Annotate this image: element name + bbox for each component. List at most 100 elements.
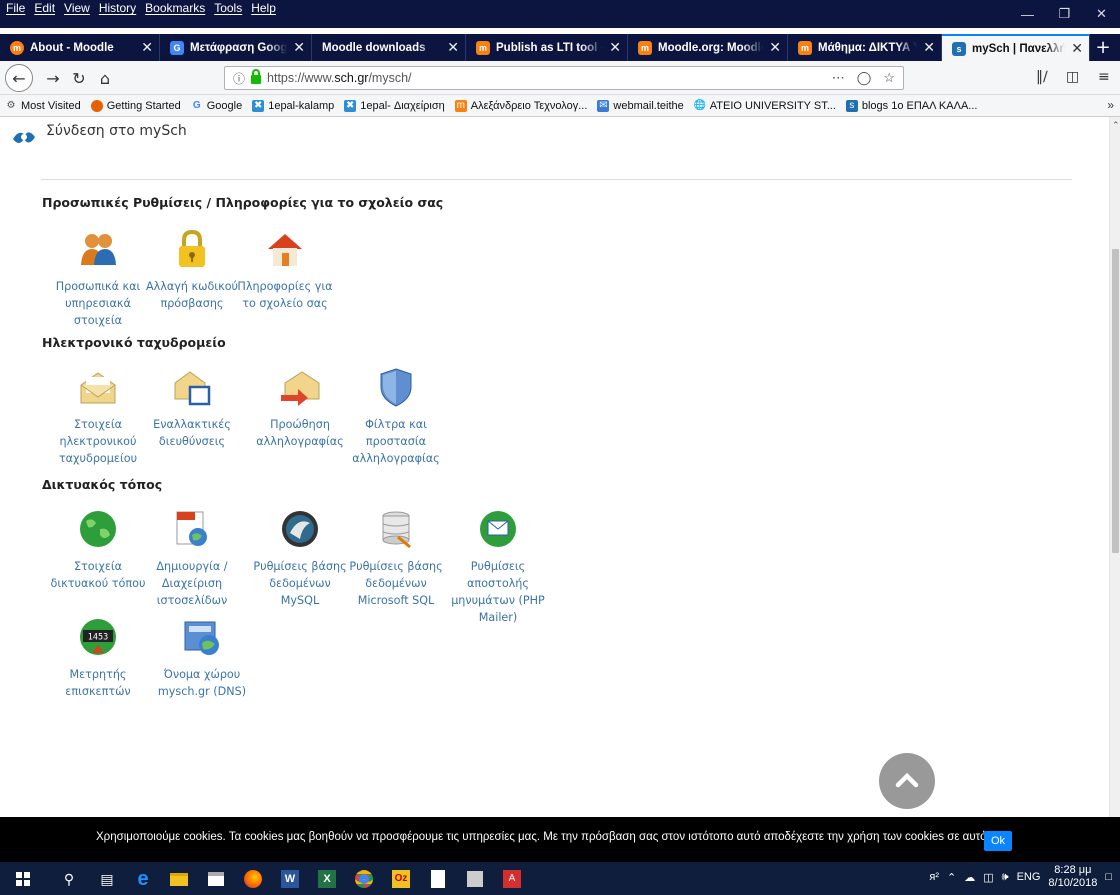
reload-button[interactable]: ↻ — [66, 65, 92, 91]
bookmark-blogs[interactable]: s blogs 1o ΕΠΑΛ ΚΑΛΑ... — [845, 99, 977, 112]
alt-addresses-link[interactable]: Εναλλακτικές διευθύνσεις — [142, 367, 242, 450]
home-button[interactable]: ⌂ — [92, 65, 118, 91]
moodle-favicon-icon: m — [10, 40, 24, 55]
close-tab-icon[interactable]: ✕ — [609, 39, 621, 56]
scroll-up-icon[interactable]: ⌃ — [1112, 121, 1120, 131]
search-icon[interactable]: ⚲ — [58, 868, 80, 890]
close-tab-icon[interactable]: ✕ — [923, 39, 935, 56]
menu-history[interactable]: History — [99, 0, 136, 16]
personal-info-link[interactable]: Προσωπικά και υπηρεσιακά στοιχεία — [48, 229, 148, 329]
sidebar-icon[interactable]: ◫ — [1066, 69, 1079, 85]
document-icon[interactable] — [427, 868, 449, 890]
tab-mysch[interactable]: s mySch | Πανελλήνιο Σ✕ — [942, 34, 1090, 61]
bookmark-1epal-kalamp[interactable]: ✖ 1epal-kalamp — [252, 99, 334, 112]
acrobat-icon[interactable]: A — [501, 868, 523, 890]
restore-button[interactable]: ❐ — [1046, 0, 1083, 28]
bookmark-google[interactable]: G Google — [191, 100, 242, 112]
forward-button[interactable]: → — [40, 65, 66, 91]
pocket-icon[interactable]: ◯ — [857, 70, 872, 86]
scroll-to-top-button[interactable] — [879, 753, 935, 809]
google-translate-favicon-icon: G — [170, 40, 184, 55]
edge-icon[interactable]: e — [132, 868, 154, 890]
sch-icon: s — [845, 99, 858, 112]
menu-bookmarks[interactable]: Bookmarks — [145, 0, 205, 16]
page-actions-icon[interactable]: ⋯ — [832, 70, 845, 86]
scrollbar-thumb[interactable] — [1112, 249, 1119, 553]
login-link[interactable]: Σύνδεση στο mySch — [46, 123, 187, 139]
close-tab-icon[interactable]: ✕ — [1071, 40, 1083, 57]
bookmark-alexandreio[interactable]: m Αλεξάνδρειο Τεχνολογ... — [454, 99, 587, 112]
vertical-scrollbar[interactable]: ⌃ ⌄ — [1109, 117, 1120, 832]
chrome-icon[interactable] — [353, 868, 375, 890]
cookie-ok-button[interactable]: Ok — [984, 831, 1012, 851]
library-icon[interactable]: ‖∕ — [1036, 69, 1048, 85]
menu-help[interactable]: Help — [251, 0, 276, 16]
mssql-settings-link[interactable]: Ρυθμίσεις βάσης δεδομένων Microsoft SQL — [346, 509, 446, 609]
word-icon[interactable]: W — [279, 868, 301, 890]
windows-start-icon[interactable] — [12, 868, 34, 890]
firefox-taskbar-icon[interactable] — [242, 868, 264, 890]
mail-forward-link[interactable]: Προώθηση αλληλογραφίας — [250, 367, 350, 450]
tab-moodle-org[interactable]: m Moodle.org: Moodle S✕ — [628, 34, 788, 61]
php-mailer-link[interactable]: Ρυθμίσεις αποστολής μηνυμάτων (PHP Maile… — [448, 509, 548, 626]
tab-google-translate[interactable]: G Μετάφραση Google ✕ — [160, 34, 312, 61]
menu-file[interactable]: File — [6, 0, 25, 16]
windows-taskbar: ⚲ ▤ e W X Oz A ᴙ² ⌃ ☁ ◫ 🕪 ENG 8:28 μμ 8/1… — [0, 862, 1120, 895]
bookmark-star-icon[interactable]: ☆ — [883, 70, 895, 86]
bookmark-webmail[interactable]: ✉ webmail.teithe — [597, 99, 684, 112]
show-hidden-icons-chevron-icon[interactable]: ⌃ — [947, 871, 956, 884]
app-icon[interactable] — [464, 868, 486, 890]
bookmark-most-visited[interactable]: ⚙ Most Visited — [5, 100, 81, 112]
store-icon[interactable] — [205, 868, 227, 890]
filezilla-icon[interactable]: Oz — [390, 868, 412, 890]
close-tab-icon[interactable]: ✕ — [293, 39, 305, 56]
tab-mathima-diktya[interactable]: m Μάθημα: ΔΙΚΤΥΑ ΥΠΟ✕ — [788, 34, 942, 61]
email-info-link[interactable]: Στοιχεία ηλεκτρονικού ταχυδρομείου — [48, 367, 148, 467]
dns-link[interactable]: Όνομα χώρου mysch.gr (DNS) — [152, 617, 252, 700]
clock[interactable]: 8:28 μμ 8/10/2018 — [1048, 864, 1097, 890]
tab-moodle-downloads[interactable]: Moodle downloads ✕ — [312, 34, 466, 61]
close-window-button[interactable]: ✕ — [1083, 0, 1120, 28]
info-icon[interactable]: ⓘ — [233, 70, 245, 87]
close-tab-icon[interactable]: ✕ — [769, 39, 781, 56]
section-title-personal: Προσωπικές Ρυθμίσεις / Πληροφορίες για τ… — [42, 195, 444, 210]
back-button[interactable]: ← — [5, 64, 33, 92]
mysql-icon — [282, 511, 318, 547]
tab-about-moodle[interactable]: m About - Moodle ✕ — [0, 34, 160, 61]
new-tab-button[interactable]: + — [1090, 34, 1116, 61]
mysql-settings-link[interactable]: Ρυθμίσεις βάσης δεδομένων MySQL — [250, 509, 350, 609]
mail-globe-icon — [480, 511, 516, 547]
chevron-up-icon — [895, 772, 919, 788]
mail-filters-link[interactable]: Φίλτρα και προστασία αλληλογραφίας — [346, 367, 446, 467]
school-info-link[interactable]: Πληροφορίες για το σχολείο σας — [235, 229, 335, 312]
task-view-icon[interactable]: ▤ — [96, 868, 118, 890]
bookmarks-overflow-icon[interactable]: » — [1107, 98, 1114, 112]
file-explorer-icon[interactable] — [168, 868, 190, 890]
close-tab-icon[interactable]: ✕ — [447, 39, 459, 56]
globe-icon — [80, 511, 116, 547]
bookmark-ateio[interactable]: 🌐 ATEIO UNIVERSITY ST... — [694, 100, 836, 112]
webpages-manage-link[interactable]: Δημιουργία / Διαχείριση ιστοσελίδων — [142, 509, 242, 609]
minimize-button[interactable]: — — [1009, 0, 1046, 28]
bookmark-getting-started[interactable]: Getting Started — [90, 99, 181, 112]
volume-icon[interactable]: 🕪 — [1002, 871, 1009, 884]
tab-publish-lti[interactable]: m Publish as LTI tool - M✕ — [466, 34, 628, 61]
notifications-icon[interactable]: □ — [1105, 871, 1112, 883]
people-icon[interactable]: ᴙ² — [929, 871, 939, 883]
page-content: Σύνδεση στο mySch Προσωπικές Ρυθμίσεις /… — [0, 117, 1109, 817]
visitor-counter-link[interactable]: 1453 Μετρητής επισκεπτών — [48, 617, 148, 700]
bookmark-1epal-admin[interactable]: ✖ 1epal- Διαχείριση — [344, 99, 445, 112]
menu-view[interactable]: View — [64, 0, 90, 16]
website-info-link[interactable]: Στοιχεία δικτυακού τόπου — [48, 509, 148, 592]
moodle-favicon-icon: m — [638, 40, 652, 55]
address-bar[interactable]: ⓘ https://www.sch.gr/mysch/ ⋯ ◯ ☆ — [224, 66, 904, 90]
input-language[interactable]: ENG — [1017, 871, 1041, 883]
excel-icon[interactable]: X — [316, 868, 338, 890]
menu-edit[interactable]: Edit — [34, 0, 55, 16]
change-password-link[interactable]: Αλλαγή κωδικού πρόσβασης — [142, 229, 242, 312]
network-status-icon[interactable]: ☁ — [964, 871, 975, 884]
monitor-icon[interactable]: ◫ — [983, 871, 993, 884]
menu-tools[interactable]: Tools — [214, 0, 242, 16]
close-tab-icon[interactable]: ✕ — [141, 39, 153, 56]
hamburger-menu-icon[interactable]: ≡ — [1098, 69, 1110, 85]
